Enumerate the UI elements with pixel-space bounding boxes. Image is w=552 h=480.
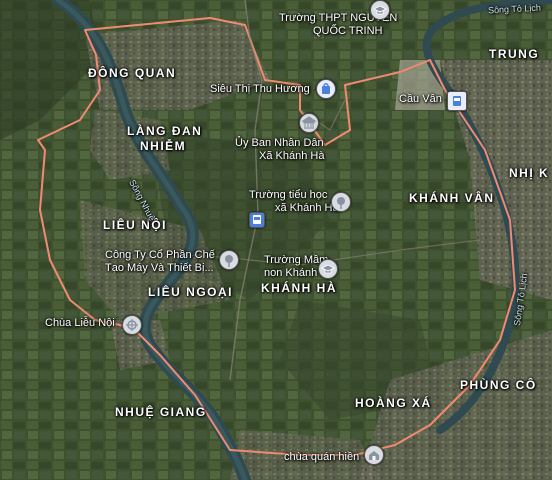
place-label-phung-con: PHÙNG CÔ — [460, 378, 537, 392]
poi-label-ubnd-line2: Xã Khánh Hà — [259, 150, 325, 162]
place-label-nhi-k: NHỊ K — [509, 166, 550, 180]
poi-label-chua-quan-hien: chùa quán hiền — [284, 451, 360, 463]
location-pin-icon[interactable] — [219, 250, 239, 270]
place-label-lang-dan: LÀNG ĐAN — [127, 124, 203, 138]
bus-stop-icon[interactable] — [249, 212, 265, 228]
poi-label-cong-ty-line2: Tạo Máy Và Thiết Bị... — [105, 262, 214, 274]
temple-pin-icon[interactable] — [364, 445, 384, 465]
shopping-bag-pin-icon[interactable] — [316, 79, 336, 99]
place-label-lieu-noi: LIÊU NỘI — [103, 218, 168, 232]
poi-label-chua-lieu-noi: Chùa Liễu Nội — [45, 317, 115, 329]
place-label-dong-quan: ĐÔNG QUAN — [88, 66, 177, 80]
poi-label-ubnd: Ủy Ban Nhân Dân Xã Khánh Hà — [235, 137, 324, 163]
government-building-icon[interactable] — [299, 113, 319, 133]
place-label-khanh-van: KHÁNH VÂN — [409, 191, 495, 205]
place-label-nhue-giang: NHUỆ GIANG — [115, 405, 207, 419]
poi-label-sieu-thi: Siêu Thị Thu Hương — [210, 83, 310, 95]
place-label-lieu-ngoai: LIÊU NGOẠI — [148, 285, 234, 299]
poi-label-cau-van: Cầu Vân — [399, 93, 442, 105]
school-pin-icon[interactable] — [370, 0, 390, 20]
poi-label-cong-ty-line1: Công Ty Cổ Phần Chế — [105, 249, 215, 261]
place-label-khanh-ha: KHÁNH HÀ — [261, 281, 337, 295]
bus-stop-icon[interactable] — [447, 91, 467, 111]
satellite-map[interactable] — [0, 0, 552, 480]
temple-pin-icon[interactable] — [122, 315, 142, 335]
poi-label-ubnd-line1: Ủy Ban Nhân Dân — [235, 137, 324, 149]
poi-label-cong-ty: Công Ty Cổ Phần Chế Tạo Máy Và Thiết Bị.… — [105, 249, 215, 275]
poi-label-truong-thpt-line2: QUỐC TRINH — [313, 25, 383, 37]
place-label-hoang-xa: HOÀNG XÁ — [355, 396, 432, 410]
place-label-trung: TRUNG — [489, 47, 540, 61]
poi-label-truong-tieu-hoc-line1: Trường tiểu học — [249, 189, 328, 201]
school-pin-icon[interactable] — [331, 192, 351, 212]
school-pin-icon[interactable] — [318, 259, 338, 279]
place-label-nhiem: NHIỄM — [140, 139, 187, 153]
